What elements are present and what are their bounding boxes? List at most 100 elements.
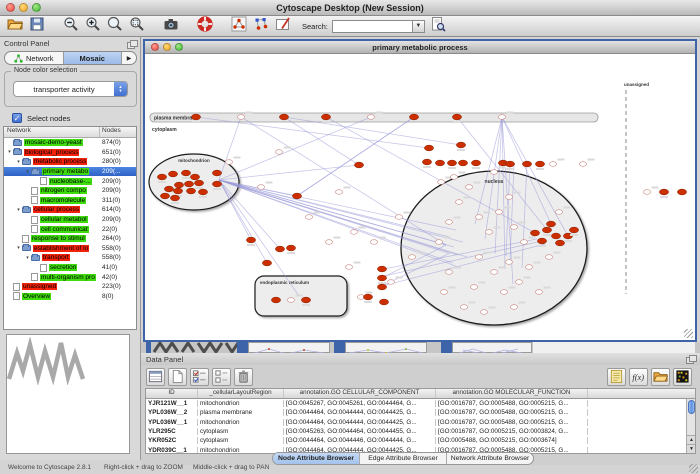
graph-node-unselected[interactable]: [549, 162, 556, 167]
graph-node[interactable]: [160, 193, 169, 199]
graph-node-unselected[interactable]: [525, 265, 532, 270]
graph-node[interactable]: [409, 114, 418, 120]
graph-node-unselected[interactable]: [490, 270, 497, 275]
zoom-selected-icon[interactable]: [128, 15, 146, 32]
node-color-dropdown[interactable]: transporter activity ▲▼: [13, 81, 128, 97]
graph-node[interactable]: [569, 227, 578, 233]
annotate-box-icon[interactable]: [274, 15, 292, 32]
table-scrollbar[interactable]: ▲ ▼: [686, 399, 695, 453]
graph-node[interactable]: [422, 159, 431, 165]
graph-node-unselected[interactable]: [460, 305, 467, 310]
graph-node-unselected[interactable]: [287, 298, 294, 303]
graph-node-unselected[interactable]: [450, 175, 457, 180]
search-dropdown-button[interactable]: ▼: [412, 20, 425, 33]
tree-row[interactable]: secretion41(0): [4, 263, 136, 273]
delete-button[interactable]: [234, 368, 253, 386]
column-header[interactable]: ID: [146, 389, 198, 398]
graph-node-unselected[interactable]: [465, 185, 472, 190]
float-data-panel-icon[interactable]: [686, 355, 695, 363]
tab-network[interactable]: Network: [5, 52, 64, 64]
graph-node[interactable]: [194, 180, 203, 186]
graph-node[interactable]: [301, 297, 310, 303]
background-window[interactable]: [146, 342, 151, 353]
background-window[interactable]: [334, 342, 345, 353]
graph-node-unselected[interactable]: [545, 255, 552, 260]
graph-node-unselected[interactable]: [408, 255, 415, 260]
graph-node[interactable]: [537, 238, 546, 244]
open-button[interactable]: [651, 368, 670, 386]
tree-row[interactable]: nucleobase-...209(0): [4, 176, 136, 186]
graph-node-unselected[interactable]: [495, 210, 502, 215]
graph-node-unselected[interactable]: [480, 310, 487, 315]
expand-icon[interactable]: ▾: [15, 207, 22, 213]
tree-row[interactable]: multi-organism pro42(0): [4, 272, 136, 282]
graph-node-unselected[interactable]: [505, 195, 512, 200]
graph-node[interactable]: [164, 186, 173, 192]
background-window[interactable]: [345, 342, 427, 353]
network-window-titlebar[interactable]: primary metabolic process: [145, 41, 695, 54]
tree-row[interactable]: unassigned223(0): [4, 282, 136, 292]
graph-node[interactable]: [522, 161, 531, 167]
graph-node-unselected[interactable]: [500, 290, 507, 295]
window-resize-grip[interactable]: [684, 329, 693, 338]
notes-button[interactable]: [607, 368, 626, 386]
graph-node[interactable]: [190, 174, 199, 180]
network-canvas[interactable]: plasma membranecytoplasmnucleusmitochond…: [145, 54, 695, 340]
graph-node-unselected[interactable]: [225, 160, 232, 165]
tree-row[interactable]: ▾biological_process651(0): [4, 148, 136, 158]
graph-node[interactable]: [292, 193, 301, 199]
tree-row[interactable]: cellular metabol209(0): [4, 215, 136, 225]
graph-node[interactable]: [546, 221, 555, 227]
graph-node-unselected[interactable]: [445, 270, 452, 275]
graph-node[interactable]: [198, 189, 207, 195]
tree-row[interactable]: response to stimul264(0): [4, 234, 136, 244]
graph-node[interactable]: [379, 299, 388, 305]
graph-node[interactable]: [173, 188, 182, 194]
graph-node-unselected[interactable]: [520, 240, 527, 245]
graph-node[interactable]: [212, 170, 221, 176]
table-row[interactable]: YKR052Ccytoplasm[GO:0044464, GO:0044446,…: [146, 436, 695, 445]
graph-node-unselected[interactable]: [257, 185, 264, 190]
graph-node[interactable]: [262, 260, 271, 266]
graph-node-unselected[interactable]: [435, 240, 442, 245]
tree-row[interactable]: ▾transport558(0): [4, 253, 136, 263]
graph-node-unselected[interactable]: [237, 115, 244, 120]
graph-node-unselected[interactable]: [387, 280, 394, 285]
table-row[interactable]: YJR121W__1mitochondrion[GO:0045267, GO:0…: [146, 399, 695, 408]
graph-node[interactable]: [174, 182, 183, 188]
tab-mosaic[interactable]: Mosaic: [64, 52, 123, 64]
graph-node-unselected[interactable]: [643, 190, 650, 195]
graph-node-unselected[interactable]: [395, 215, 402, 220]
graph-node-unselected[interactable]: [475, 215, 482, 220]
background-window[interactable]: [452, 342, 532, 353]
graph-node[interactable]: [321, 114, 330, 120]
expand-icon[interactable]: ▾: [24, 169, 31, 175]
background-window[interactable]: [441, 342, 452, 353]
graph-node[interactable]: [447, 160, 456, 166]
graph-node[interactable]: [275, 246, 284, 252]
graph-node-unselected[interactable]: [475, 255, 482, 260]
graph-node[interactable]: [157, 174, 166, 180]
graph-node[interactable]: [458, 160, 467, 166]
graph-node-unselected[interactable]: [505, 260, 512, 265]
tree-row[interactable]: ▾establishment of lo558(0): [4, 244, 136, 254]
tree-row[interactable]: mosaic-demo-yeast874(0): [4, 138, 136, 148]
graph-node-unselected[interactable]: [510, 305, 517, 310]
app-resize-grip[interactable]: [689, 464, 698, 473]
graph-node-unselected[interactable]: [437, 180, 444, 185]
graph-node-unselected[interactable]: [305, 215, 312, 220]
save-icon[interactable]: [28, 15, 46, 32]
graph-node-unselected[interactable]: [367, 115, 374, 120]
table-row[interactable]: YPL036W__1mitochondrion[GO:0044464, GO:0…: [146, 418, 695, 427]
graph-node[interactable]: [530, 230, 539, 236]
graph-node-unselected[interactable]: [515, 280, 522, 285]
column-header[interactable]: annotation.GO CELLULAR_COMPONENT: [284, 389, 436, 398]
camera-icon[interactable]: [162, 15, 180, 32]
table-row[interactable]: YPL036W__2plasma membrane[GO:0044464, GO…: [146, 408, 695, 417]
new-document-button[interactable]: [168, 368, 187, 386]
tree-row[interactable]: cell communicat22(0): [4, 224, 136, 234]
graph-node[interactable]: [354, 162, 363, 168]
graph-node-unselected[interactable]: [325, 240, 332, 245]
select-attributes-button[interactable]: [190, 368, 209, 386]
graph-node[interactable]: [456, 142, 465, 148]
